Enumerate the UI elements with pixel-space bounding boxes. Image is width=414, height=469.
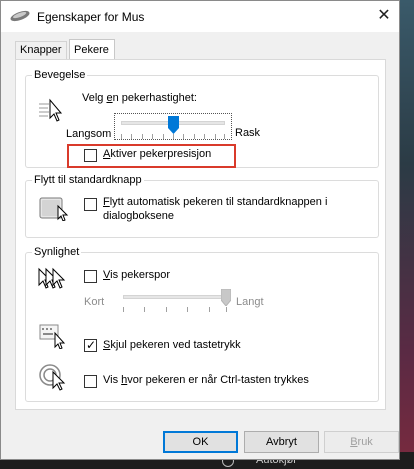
title-bar[interactable]: Egenskaper for Mus ✕ — [1, 1, 399, 32]
hide-pointer-rest: kjul pekeren ved tastetrykk — [110, 339, 241, 351]
precision-label[interactable]: Aktiver pekerpresisjon — [103, 148, 211, 160]
speed-slider-thumb[interactable] — [168, 116, 179, 134]
slow-label: Langsom — [66, 128, 112, 140]
motion-group-label: Bevegelse — [32, 69, 88, 81]
hide-pointer-label[interactable]: Skjul pekeren ved tastetrykk — [103, 339, 241, 351]
visibility-group-label: Synlighet — [32, 246, 82, 258]
tab-knapper[interactable]: Knapper — [15, 41, 67, 60]
speed-prompt-suffix: n pekerhastighet: — [112, 92, 197, 104]
ok-button[interactable]: OK — [163, 431, 238, 453]
checkmark-icon: ✓ — [86, 338, 97, 352]
snap-to-checkbox[interactable] — [84, 198, 97, 211]
fast-label: Rask — [235, 127, 261, 139]
hide-pointer-checkbox[interactable]: ✓ — [84, 338, 97, 352]
apply-mnemonic: B — [350, 436, 358, 448]
snap-to-group-label: Flytt til standardknapp — [32, 174, 144, 186]
hide-pointer-icon — [39, 324, 66, 349]
trail-length-slider[interactable] — [123, 289, 233, 313]
pointer-speed-icon — [39, 98, 63, 122]
precision-checkbox[interactable] — [84, 149, 97, 162]
trail-slider-thumb[interactable] — [221, 289, 231, 306]
show-location-label[interactable]: Vis hvor pekeren er når Ctrl-tasten tryk… — [103, 374, 309, 386]
pointer-options-panel: Bevegelse Velg en pekerhastighet: Langso… — [15, 59, 386, 410]
snap-to-group: Flytt til standardknapp Flytt automatisk… — [25, 174, 379, 238]
window-title: Egenskaper for Mus — [37, 10, 145, 24]
trail-short-label: Kort — [84, 296, 105, 308]
trail-long-label: Langt — [236, 296, 264, 308]
apply-button[interactable]: Bruk — [324, 431, 399, 453]
speed-prompt-prefix: Velg — [82, 92, 107, 104]
precision-label-rest: ktiver pekerpresisjon — [110, 148, 212, 160]
show-location-icon — [39, 364, 66, 391]
tab-label: Pekere — [74, 44, 109, 56]
apply-rest: ruk — [357, 436, 373, 448]
trails-checkbox[interactable] — [84, 270, 97, 283]
visibility-group: Synlighet Vis pekerspor Kort Langt ✓ Skj… — [25, 246, 379, 402]
speed-slider[interactable] — [114, 113, 232, 140]
trails-label-rest: is pekerspor — [110, 269, 171, 281]
mouse-properties-dialog: Egenskaper for Mus ✕ Knapper Pekere Beve… — [0, 0, 400, 460]
show-location-checkbox[interactable] — [84, 375, 97, 388]
snap-to-label-rest: lytt automatisk pekeren til standardknap… — [109, 196, 328, 208]
snap-to-label-line1[interactable]: Flytt automatisk pekeren til standardkna… — [103, 196, 327, 208]
snap-to-label-mnemonic: F — [103, 196, 110, 208]
trails-label[interactable]: Vis pekerspor — [103, 269, 170, 281]
background-desktop — [398, 0, 414, 469]
snap-to-button-icon — [39, 197, 69, 221]
mouse-app-icon — [10, 10, 30, 22]
speed-slider-ticks — [121, 134, 225, 140]
show-location-prefix: Vis — [103, 374, 122, 386]
cancel-button[interactable]: Avbryt — [244, 431, 319, 453]
show-location-rest: vor pekeren er når Ctrl-tasten trykkes — [127, 374, 309, 386]
close-button[interactable]: ✕ — [373, 5, 395, 27]
pointer-trails-icon — [38, 267, 66, 289]
trail-slider-track — [123, 295, 231, 299]
tab-pekere[interactable]: Pekere — [69, 39, 115, 60]
speed-prompt: Velg en pekerhastighet: — [82, 92, 197, 104]
trail-slider-ticks — [123, 307, 231, 313]
motion-group: Bevegelse Velg en pekerhastighet: Langso… — [25, 69, 379, 168]
snap-to-label-line2[interactable]: dialogboksene — [103, 210, 174, 222]
tab-label: Knapper — [20, 44, 62, 56]
